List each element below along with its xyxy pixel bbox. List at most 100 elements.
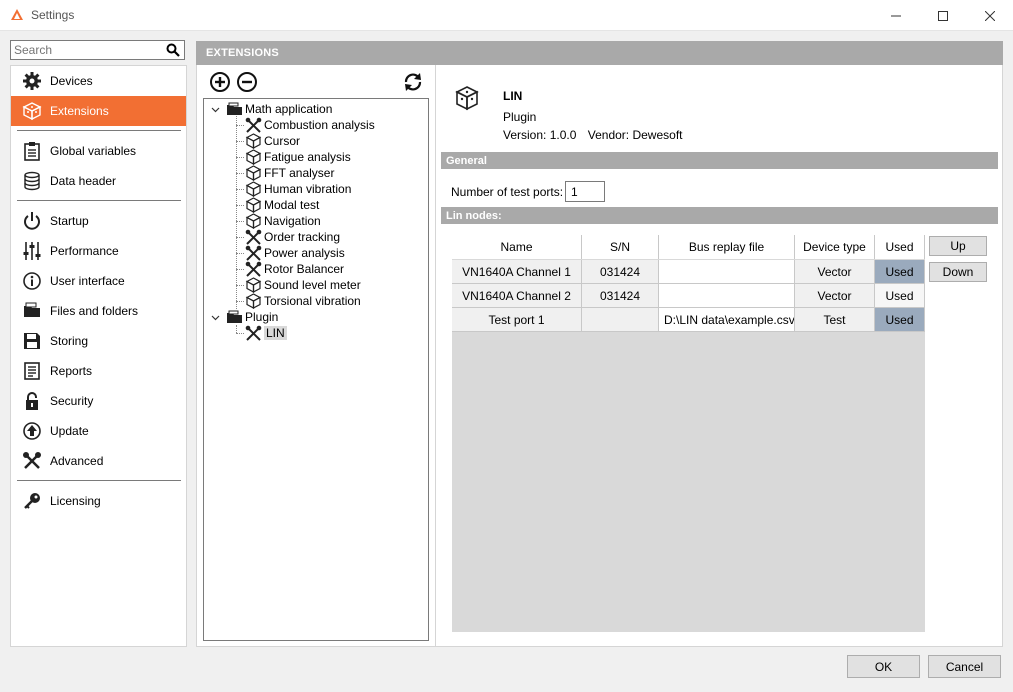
column-header-used[interactable]: Used: [875, 235, 925, 259]
app-logo-icon: [11, 9, 23, 20]
tree-connector: [236, 285, 244, 286]
tree-item-navigation[interactable]: Navigation: [245, 213, 321, 229]
tree-item-order-tracking[interactable]: Order tracking: [245, 229, 340, 245]
sidebar-item-label: Devices: [50, 74, 93, 88]
used-toggle[interactable]: Used: [875, 308, 925, 332]
used-toggle[interactable]: Used: [875, 284, 925, 308]
cell-bus-replay-file[interactable]: [659, 260, 795, 284]
key-icon: [24, 493, 40, 509]
cell-bus-replay-file[interactable]: [659, 284, 795, 308]
tree-connector: [236, 141, 244, 142]
sidebar-item-performance[interactable]: Performance: [11, 236, 186, 266]
cube-icon: [245, 197, 262, 213]
info-icon: [23, 272, 41, 290]
sidebar-item-label: Advanced: [50, 454, 104, 468]
gear-icon: [23, 72, 41, 90]
search-box[interactable]: [10, 40, 185, 60]
tree-item-label: Power analysis: [264, 246, 345, 260]
tree-item-power-analysis[interactable]: Power analysis: [245, 245, 345, 261]
sidebar-item-licensing[interactable]: Licensing: [11, 486, 186, 516]
folder-icon: [24, 302, 40, 317]
panel-splitter[interactable]: [435, 65, 436, 647]
column-header-sn[interactable]: S/N: [582, 235, 659, 259]
test-ports-input[interactable]: 1: [565, 181, 605, 202]
cell-device-type[interactable]: Vector: [795, 260, 875, 284]
move-down-button[interactable]: Down: [929, 262, 987, 282]
extension-type: Plugin: [503, 110, 537, 124]
sidebar-item-startup[interactable]: Startup: [11, 206, 186, 236]
tree-connector: [236, 325, 237, 333]
tree-connector: [236, 125, 244, 126]
sidebar-item-user-interface[interactable]: User interface: [11, 266, 186, 296]
column-header-bus-replay-file[interactable]: Bus replay file: [659, 235, 795, 259]
tree-item-sound-level-meter[interactable]: Sound level meter: [245, 277, 361, 293]
sidebar-item-storing[interactable]: Storing: [11, 326, 186, 356]
version-value: 1.0.0: [549, 128, 577, 142]
remove-extension-icon[interactable]: [236, 71, 258, 93]
cell-sn[interactable]: [582, 308, 659, 332]
tree-item-fft-analyser[interactable]: FFT analyser: [245, 165, 334, 181]
sidebar-item-label: Security: [50, 394, 94, 408]
sidebar-item-label: Startup: [50, 214, 89, 228]
tree-item-combustion-analysis[interactable]: Combustion analysis: [245, 117, 375, 133]
sidebar-item-data-header[interactable]: Data header: [11, 166, 186, 196]
tree-item-torsional-vibration[interactable]: Torsional vibration: [245, 293, 361, 309]
tree-item-label: Modal test: [264, 198, 320, 212]
cell-device-type[interactable]: Test: [795, 308, 875, 332]
sidebar-item-devices[interactable]: Devices: [11, 66, 186, 96]
cell-device-type[interactable]: Vector: [795, 284, 875, 308]
refresh-icon[interactable]: [402, 71, 424, 93]
folder-icon: [227, 310, 242, 323]
chevron-down-icon[interactable]: [211, 105, 220, 114]
cell-sn[interactable]: 031424: [582, 284, 659, 308]
lin-nodes-section-header: Lin nodes:: [441, 207, 998, 224]
tree-connector: [236, 269, 244, 270]
cell-sn[interactable]: 031424: [582, 260, 659, 284]
sidebar-item-label: Performance: [50, 244, 119, 258]
cell-name[interactable]: VN1640A Channel 2: [452, 284, 582, 308]
sidebar-divider: [17, 200, 181, 201]
sidebar-item-label: Licensing: [50, 494, 101, 508]
close-button[interactable]: [967, 0, 1013, 31]
cell-name[interactable]: VN1640A Channel 1: [452, 260, 582, 284]
tree-item-fatigue-analysis[interactable]: Fatigue analysis: [245, 149, 351, 165]
sidebar-item-security[interactable]: Security: [11, 386, 186, 416]
chevron-down-icon[interactable]: [211, 313, 220, 322]
sidebar-item-extensions[interactable]: Extensions: [11, 96, 186, 126]
used-toggle[interactable]: Used: [875, 260, 925, 284]
tree-item-label: Rotor Balancer: [264, 262, 345, 276]
sidebar-item-files-and-folders[interactable]: Files and folders: [11, 296, 186, 326]
sidebar-item-update[interactable]: Update: [11, 416, 186, 446]
sidebar-item-reports[interactable]: Reports: [11, 356, 186, 386]
maximize-button[interactable]: [920, 0, 966, 31]
tree-connector: [236, 173, 244, 174]
tree-group-math-application[interactable]: Math application: [226, 101, 332, 117]
column-header-name[interactable]: Name: [452, 235, 582, 259]
extensions-header: EXTENSIONS: [196, 41, 1003, 65]
tree-connector: [236, 301, 244, 302]
tree-group-plugin[interactable]: Plugin: [226, 309, 278, 325]
sidebar-item-advanced[interactable]: Advanced: [11, 446, 186, 476]
move-up-button[interactable]: Up: [929, 236, 987, 256]
column-header-device-type[interactable]: Device type: [795, 235, 875, 259]
minimize-button[interactable]: [873, 0, 919, 31]
cancel-button[interactable]: Cancel: [928, 655, 1001, 678]
folder-icon: [227, 102, 242, 115]
ok-button[interactable]: OK: [847, 655, 920, 678]
tree-item-label: Torsional vibration: [264, 294, 361, 308]
cell-bus-replay-file[interactable]: D:\LIN data\example.csv: [659, 308, 795, 332]
tree-item-rotor-balancer[interactable]: Rotor Balancer: [245, 261, 344, 277]
tree-item-human-vibration[interactable]: Human vibration: [245, 181, 351, 197]
sidebar-item-global-variables[interactable]: Global variables: [11, 136, 186, 166]
search-input[interactable]: [11, 41, 161, 59]
search-icon[interactable]: [166, 43, 180, 57]
tree-group-label: Math application: [245, 102, 333, 116]
add-extension-icon[interactable]: [209, 71, 231, 93]
tree-item-cursor[interactable]: Cursor: [245, 133, 300, 149]
tree-item-lin[interactable]: LIN: [245, 325, 287, 341]
version-label: Version:: [503, 128, 547, 142]
cube-icon: [245, 149, 262, 165]
tree-connector: [236, 189, 244, 190]
tree-item-modal-test[interactable]: Modal test: [245, 197, 319, 213]
cell-name[interactable]: Test port 1: [452, 308, 582, 332]
